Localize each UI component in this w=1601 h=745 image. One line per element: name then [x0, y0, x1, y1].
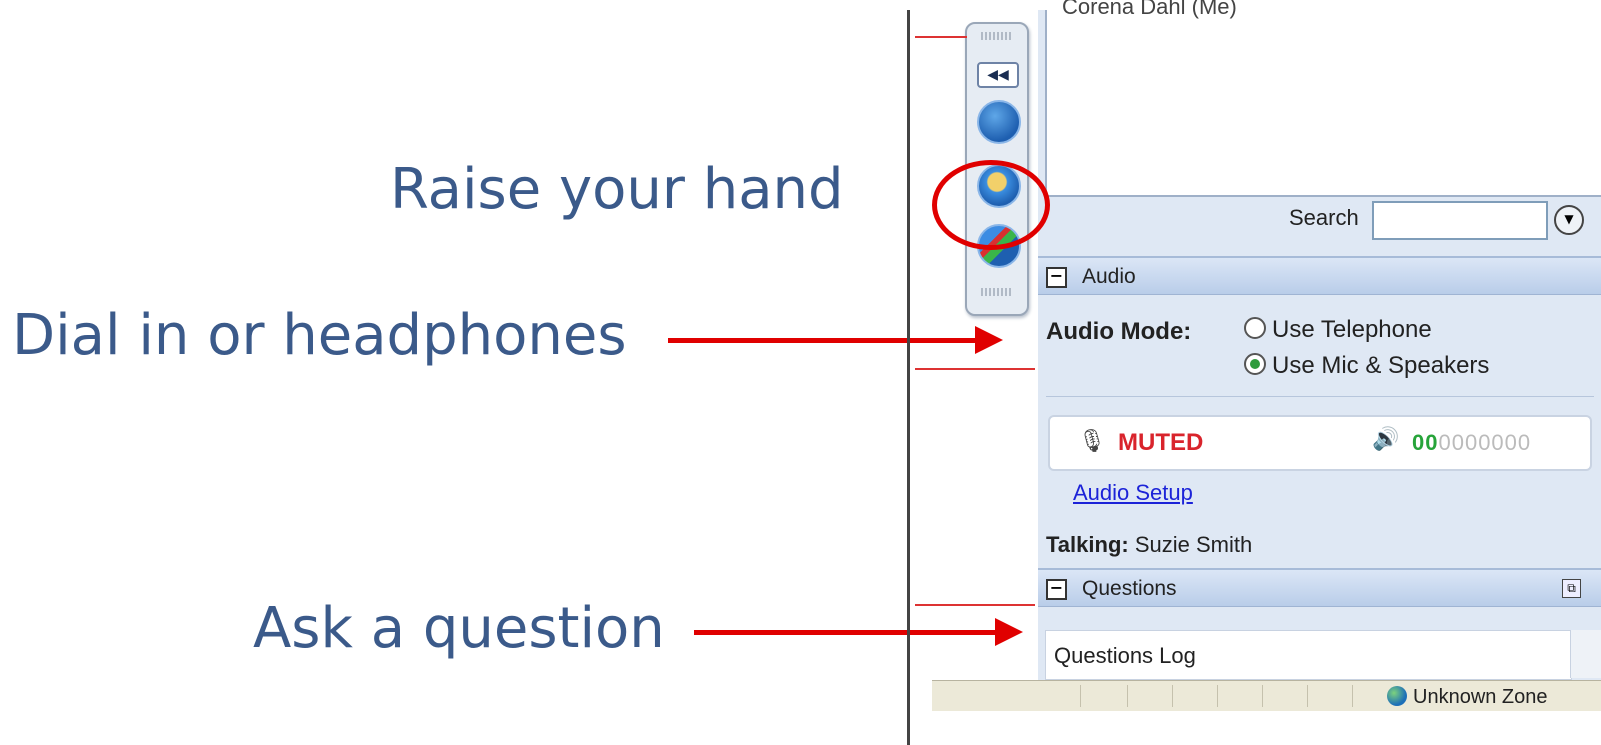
audio-section-header[interactable]: − Audio [1038, 256, 1601, 295]
security-zone-label: Unknown Zone [1413, 686, 1548, 708]
arrowhead-ask-question [995, 618, 1023, 646]
callout-dial-in: Dial in or headphones [12, 303, 627, 368]
statusbar-divider [1080, 685, 1081, 707]
audio-section-title: Audio [1082, 265, 1136, 288]
questions-log[interactable]: Questions Log [1045, 630, 1572, 680]
radio-button-selected-icon[interactable] [1244, 353, 1266, 375]
audio-mode-label: Audio Mode: [1046, 318, 1192, 345]
questions-section-title: Questions [1082, 577, 1177, 600]
statusbar-divider [1217, 685, 1218, 707]
volume-meter-inactive: 0000000 [1438, 430, 1532, 455]
audio-setup-link[interactable]: Audio Setup [1073, 480, 1193, 506]
statusbar-divider [1172, 685, 1173, 707]
collapse-icon[interactable]: − [1046, 579, 1067, 600]
statusbar-divider [1262, 685, 1263, 707]
mute-control[interactable]: 🎙 MUTED 🔊 000000000 [1048, 415, 1592, 471]
callout-raise-hand: Raise your hand [390, 157, 844, 222]
collapse-icon[interactable]: − [1046, 267, 1067, 288]
annotation-tick [915, 604, 1035, 606]
talking-indicator: Talking: Suzie Smith [1046, 532, 1252, 558]
security-zone: Unknown Zone [1387, 686, 1548, 709]
talking-name: Suzie Smith [1134, 532, 1253, 557]
questions-scrollbar[interactable] [1570, 630, 1601, 678]
rewind-icon[interactable]: ◀◀ [977, 62, 1019, 88]
audio-separator [1046, 396, 1594, 397]
annotation-tick [915, 368, 1035, 370]
arrow-dial-in [668, 338, 978, 343]
popout-icon[interactable]: ⧉ [1562, 579, 1581, 598]
dropdown-arrow-icon[interactable]: ▼ [1554, 205, 1584, 235]
grip-icon[interactable] [981, 288, 1013, 296]
speaker-icon[interactable]: 🔊 [1372, 427, 1399, 452]
radio-label-telephone: Use Telephone [1272, 316, 1432, 343]
callout-ask-question: Ask a question [253, 596, 665, 661]
microphone-icon[interactable]: 🎙 [1078, 429, 1106, 454]
arrowhead-dial-in [975, 326, 1003, 354]
search-input[interactable] [1372, 201, 1548, 240]
questions-log-label: Questions Log [1054, 643, 1196, 668]
statusbar-divider [1127, 685, 1128, 707]
radio-button-icon[interactable] [1244, 317, 1266, 339]
attendee-list[interactable] [1045, 10, 1601, 197]
browser-statusbar: Unknown Zone [932, 680, 1601, 711]
attendee-name[interactable]: Corena Dahl (Me) [1062, 0, 1237, 20]
globe-icon [1387, 686, 1407, 706]
search-label: Search [1289, 205, 1359, 230]
radio-label-mic-speakers: Use Mic & Speakers [1272, 352, 1490, 379]
raise-hand-highlight [932, 160, 1050, 250]
window-icon[interactable] [977, 100, 1021, 144]
radio-use-telephone[interactable]: Use Telephone [1244, 316, 1432, 344]
volume-meter-active: 00 [1412, 430, 1439, 455]
arrow-ask-question [694, 630, 998, 635]
mute-status: MUTED [1118, 429, 1204, 456]
talking-label: Talking: [1046, 532, 1129, 557]
statusbar-divider [1307, 685, 1308, 707]
annotation-tick [915, 36, 967, 38]
slide-divider [907, 10, 910, 745]
statusbar-divider [1352, 685, 1353, 707]
radio-use-mic-speakers[interactable]: Use Mic & Speakers [1244, 352, 1489, 380]
volume-meter: 000000000 [1412, 430, 1531, 456]
questions-section-header[interactable]: − Questions ⧉ [1038, 568, 1601, 607]
grip-icon[interactable] [981, 32, 1013, 40]
